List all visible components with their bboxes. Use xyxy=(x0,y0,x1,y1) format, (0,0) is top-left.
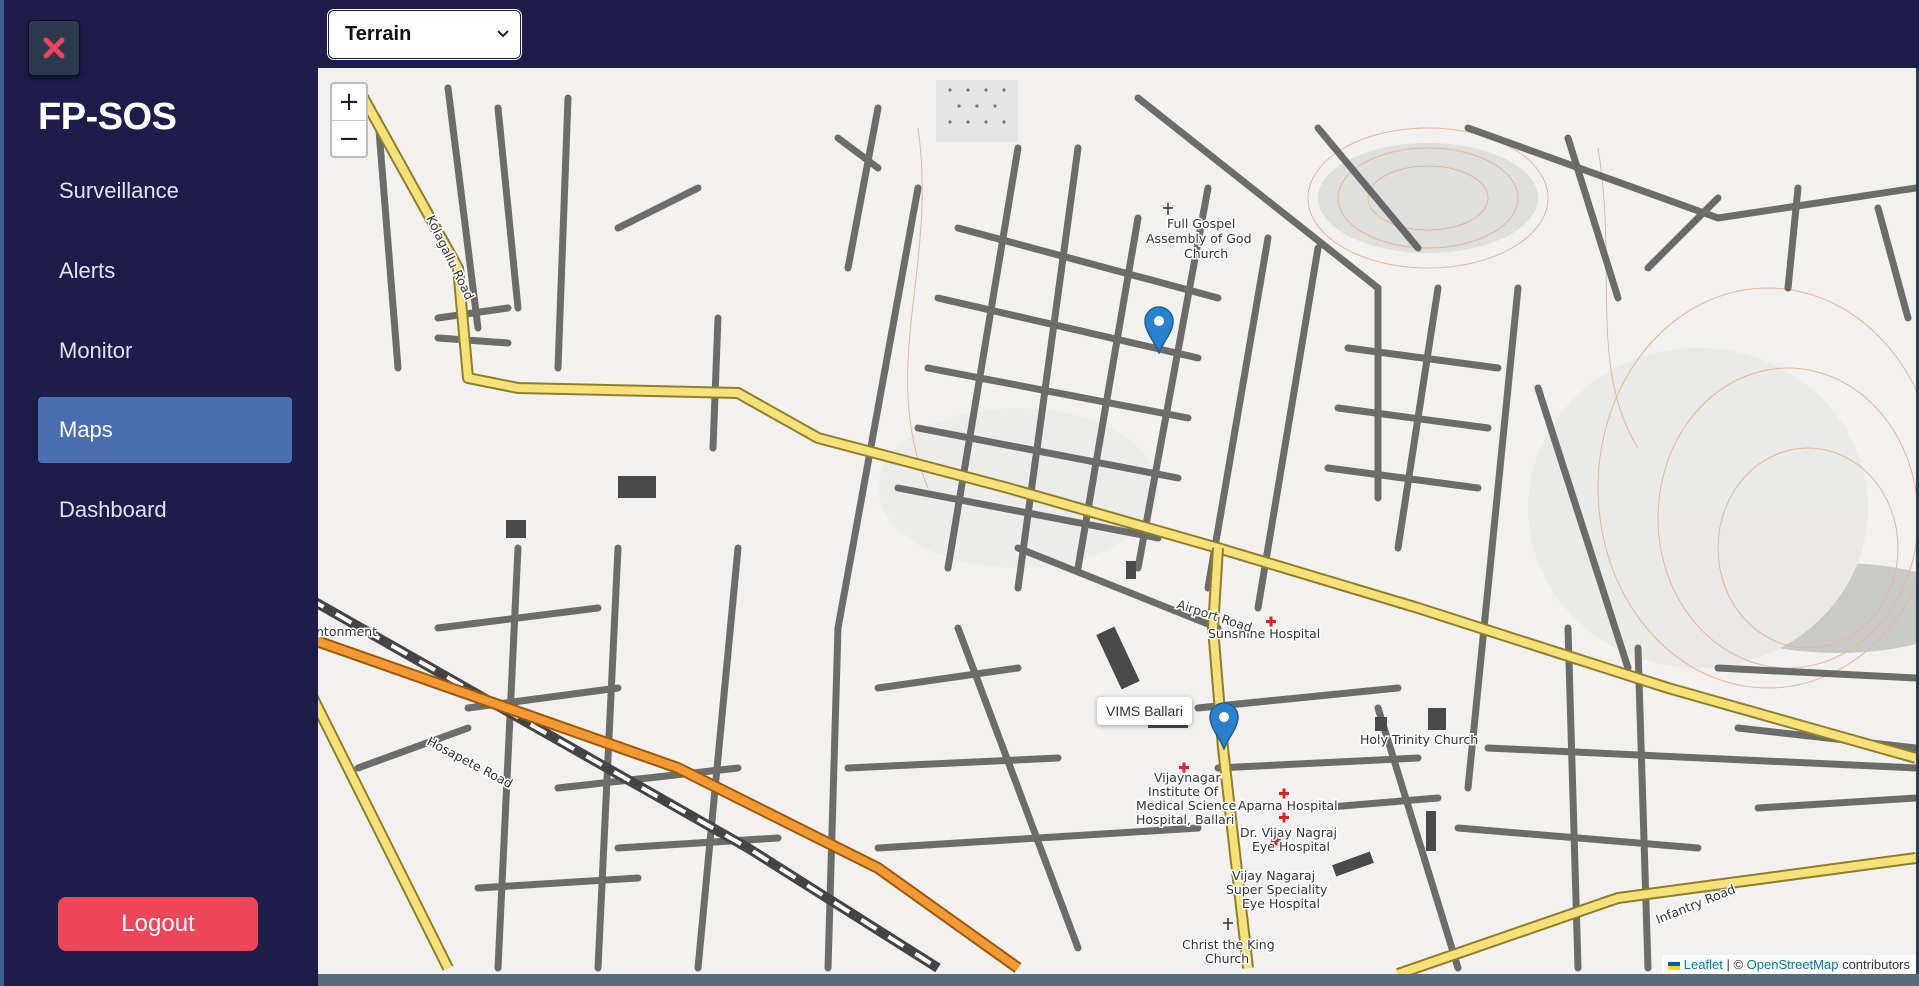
label-christ-king-1: Christ the King xyxy=(1182,937,1275,952)
railway xyxy=(318,597,941,973)
map-marker-vims[interactable] xyxy=(1207,700,1241,752)
label-vijay-super-1: Vijay Nagaraj xyxy=(1232,868,1315,883)
label-vijay-super-3: Eye Hospital xyxy=(1242,896,1320,911)
logout-button[interactable]: Logout xyxy=(58,897,258,951)
label-dr-vijay-2: Eye Hospital xyxy=(1252,839,1330,854)
sidebar-item-dashboard[interactable]: Dashboard xyxy=(38,477,292,543)
label-full-gospel-2: Assembly of God xyxy=(1146,231,1252,246)
osm-link[interactable]: OpenStreetMap xyxy=(1747,957,1839,972)
map-view[interactable]: Full Gospel Assembly of God Church Sunsh… xyxy=(318,68,1916,974)
map-tiles[interactable]: Full Gospel Assembly of God Church Sunsh… xyxy=(318,68,1916,974)
close-sidebar-button[interactable] xyxy=(28,20,80,76)
map-pin-icon xyxy=(1209,702,1239,752)
label-dr-vijay-1: Dr. Vijay Nagraj xyxy=(1240,825,1337,840)
sidebar: FP-SOS Surveillance Alerts Monitor Maps … xyxy=(0,0,318,986)
label-vijay-super-2: Super Speciality xyxy=(1226,882,1328,897)
bottom-edge xyxy=(318,974,1919,986)
marker-popup: VIMS Ballari xyxy=(1097,697,1193,725)
map-layer-select-value: Terrain xyxy=(345,23,412,45)
zoom-in-button[interactable]: + xyxy=(332,84,366,121)
label-vims-2: Institute Of xyxy=(1148,784,1219,799)
chevron-down-icon xyxy=(497,30,509,38)
cemetery-area xyxy=(936,80,1018,142)
label-full-gospel-3: Church xyxy=(1184,246,1228,261)
map-marker[interactable] xyxy=(1142,304,1176,356)
sidebar-item-alerts[interactable]: Alerts xyxy=(38,238,292,304)
map-layer-select[interactable]: Terrain xyxy=(328,10,521,59)
sidebar-item-surveillance[interactable]: Surveillance xyxy=(38,158,292,224)
zoom-out-button[interactable]: − xyxy=(332,121,366,157)
label-vims-1: Vijaynagar xyxy=(1154,770,1221,785)
label-aparna-hospital: Aparna Hospital xyxy=(1238,798,1338,813)
label-cantonment: ntonment xyxy=(318,624,377,639)
zoom-control: + − xyxy=(330,82,368,158)
sidebar-item-monitor[interactable]: Monitor xyxy=(38,318,292,384)
label-full-gospel-1: Full Gospel xyxy=(1167,216,1235,231)
attribution-contributors: contributors xyxy=(1842,957,1910,972)
label-christ-king-2: Church xyxy=(1205,951,1249,966)
label-holy-trinity: Holy Trinity Church xyxy=(1360,732,1478,747)
map-pin-icon xyxy=(1144,306,1174,356)
label-vims-4: Hospital, Ballari xyxy=(1136,812,1234,827)
leaflet-link[interactable]: Leaflet xyxy=(1684,957,1723,972)
sidebar-item-maps[interactable]: Maps xyxy=(38,397,292,463)
map-toolbar: Terrain xyxy=(318,0,1919,68)
ukraine-flag-icon xyxy=(1668,961,1681,970)
label-vims-3: Medical Science xyxy=(1136,798,1237,813)
label-sunshine-hospital: Sunshine Hospital xyxy=(1208,626,1320,641)
label-hosapete-road: Hosapete Road xyxy=(425,733,516,791)
brand-title: FP-SOS xyxy=(38,96,177,138)
map-attribution: Leaflet | © OpenStreetMap contributors xyxy=(1662,955,1916,974)
attribution-separator: | © xyxy=(1726,957,1744,972)
close-x-icon xyxy=(43,37,65,59)
